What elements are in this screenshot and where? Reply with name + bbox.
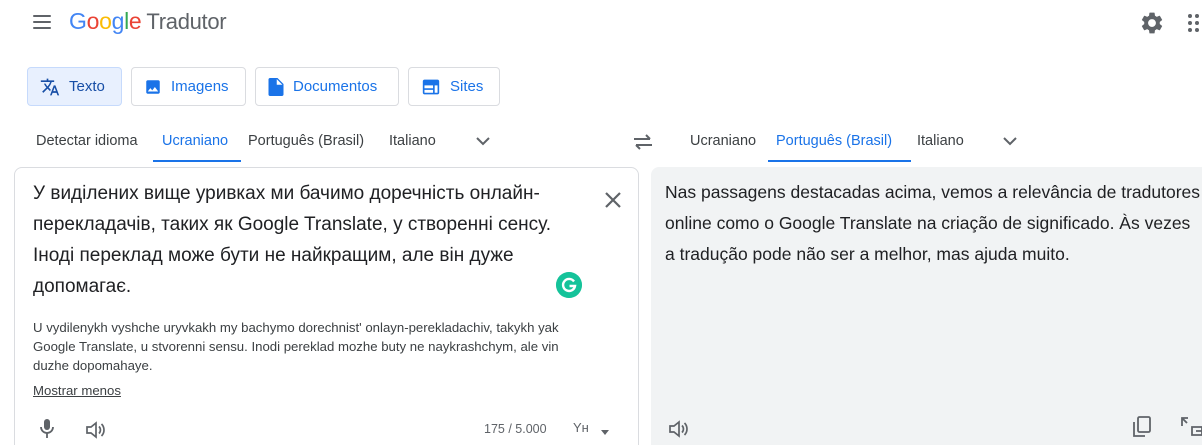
logo-letter: g: [111, 8, 125, 34]
speaker-icon[interactable]: [85, 420, 107, 440]
logo-letter: e: [128, 8, 142, 34]
selected-tab-indicator: [153, 160, 241, 162]
settings-icon[interactable]: [1139, 10, 1165, 36]
product-name: Tradutor: [146, 9, 227, 34]
logo-letter: G: [69, 8, 87, 34]
image-icon: [146, 79, 160, 94]
grammarly-icon[interactable]: [556, 272, 582, 298]
mode-button-sites[interactable]: Sites: [408, 67, 500, 106]
apps-icon[interactable]: [1186, 13, 1202, 33]
target-lang-tab[interactable]: Italiano: [917, 133, 964, 149]
target-language-bar: Ucraniano Português (Brasil) Italiano: [660, 122, 1202, 162]
mode-label: Sites: [450, 78, 484, 95]
web-icon: [422, 79, 440, 94]
show-less-link[interactable]: Mostrar menos: [33, 383, 121, 398]
copy-icon[interactable]: [1132, 416, 1152, 438]
mode-button-images[interactable]: Imagens: [131, 67, 246, 106]
target-lang-tab[interactable]: Ucraniano: [690, 133, 756, 149]
transliteration-text: U vydilenykh vyshche uryvkakh my bachymo…: [33, 320, 559, 373]
detect-language-tab[interactable]: Detectar idioma: [36, 133, 138, 149]
document-icon: [268, 77, 284, 96]
mode-label: Imagens: [171, 78, 229, 95]
logo-letter: o: [99, 8, 112, 34]
selected-tab-indicator: [768, 160, 911, 162]
translate-icon: [40, 78, 60, 95]
mode-label: Documentos: [293, 78, 378, 95]
target-panel: Nas passagens destacadas acima, vemos a …: [651, 167, 1202, 445]
keyboard-icon[interactable]: Yн: [573, 420, 589, 435]
app-logo[interactable]: Google Tradutor: [69, 6, 227, 37]
feedback-icon[interactable]: [1178, 414, 1202, 438]
mode-button-text[interactable]: Texto: [27, 67, 122, 106]
source-language-bar: Detectar idioma Ucraniano Português (Bra…: [0, 122, 620, 162]
swap-languages-icon[interactable]: [632, 133, 654, 151]
microphone-icon[interactable]: [39, 418, 55, 440]
source-text-input[interactable]: У виділених вище уривках ми бачимо дореч…: [33, 178, 593, 302]
source-lang-tab[interactable]: Português (Brasil): [248, 133, 364, 149]
mode-button-documents[interactable]: Documentos: [255, 67, 399, 106]
source-lang-tab[interactable]: Italiano: [389, 133, 436, 149]
caret-down-icon[interactable]: [601, 430, 609, 435]
close-icon[interactable]: [603, 190, 623, 210]
chevron-down-icon[interactable]: [476, 136, 490, 146]
character-count: 175 / 5.000: [484, 422, 547, 436]
target-lang-tab[interactable]: Português (Brasil): [776, 133, 892, 149]
menu-icon[interactable]: [31, 13, 53, 31]
translation-output: Nas passagens destacadas acima, vemos a …: [665, 182, 1201, 264]
source-lang-tab[interactable]: Ucraniano: [162, 133, 228, 149]
app-header: Google Tradutor: [0, 0, 1202, 46]
logo-letter: o: [86, 8, 100, 34]
mode-label: Texto: [69, 78, 105, 95]
chevron-down-icon[interactable]: [1003, 136, 1017, 146]
speaker-icon[interactable]: [668, 419, 690, 439]
source-panel: У виділених вище уривках ми бачимо дореч…: [14, 167, 639, 445]
